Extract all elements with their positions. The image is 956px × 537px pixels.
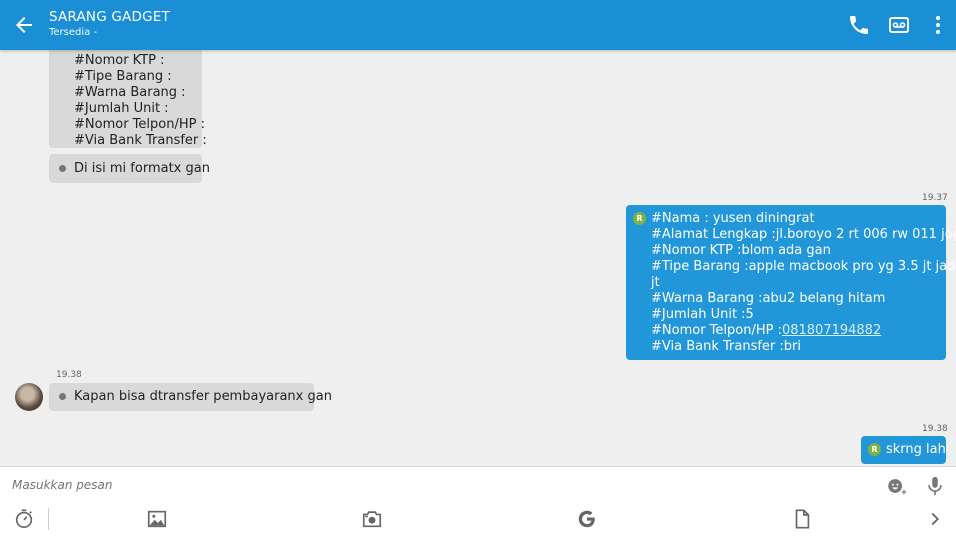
read-dot-icon [59, 393, 66, 400]
incoming-message[interactable]: Kapan bisa dtransfer pembayaranx gan [49, 383, 332, 411]
message-text: Di isi mi formatx gan [74, 161, 210, 176]
app-bar: SARANG GADGET Tersedia - [0, 0, 956, 50]
avatar[interactable] [15, 383, 43, 411]
mic-icon[interactable] [924, 475, 946, 497]
phone-link[interactable]: 081807194882 [782, 323, 881, 338]
message-line: #Alamat Lengkap :jl.boroyo 2 rt 006 rw 0… [651, 227, 956, 242]
voicemail-icon[interactable] [887, 13, 911, 37]
message-text: Kapan bisa dtransfer pembayaranx gan [74, 389, 332, 404]
sender-badge-icon: R [868, 443, 881, 456]
image-icon[interactable] [146, 508, 168, 530]
chat-status: Tersedia - [49, 27, 98, 38]
outgoing-message[interactable]: R skrng lah [861, 436, 946, 464]
message-time: 19.38 [922, 424, 948, 434]
message-time: 19.38 [56, 370, 82, 380]
message-line: #Nomor Telpon/HP : [74, 117, 205, 132]
message-text: skrng lah [886, 442, 946, 457]
sender-badge-icon: R [633, 212, 646, 225]
chevron-right-icon[interactable] [924, 508, 946, 530]
timer-icon[interactable] [13, 508, 35, 530]
message-line: jt [651, 275, 660, 290]
message-time: 19.37 [922, 193, 948, 203]
chat-title[interactable]: SARANG GADGET [49, 9, 170, 25]
google-icon[interactable] [576, 508, 598, 530]
emoji-add-icon[interactable] [886, 475, 908, 497]
message-line: #Nama : yusen diningrat [651, 211, 815, 226]
message-line: #Tipe Barang :apple macbook pro yg 3.5 j… [651, 259, 956, 274]
message-list[interactable]: #Nomor KTP : #Tipe Barang : #Warna Baran… [0, 50, 956, 466]
message-line: #Tipe Barang : [74, 69, 172, 84]
incoming-message[interactable]: #Nomor KTP : #Tipe Barang : #Warna Baran… [49, 50, 207, 148]
message-line: #Jumlah Unit : [74, 101, 169, 116]
message-line: #Warna Barang : [74, 85, 186, 100]
message-line: #Via Bank Transfer :bri [651, 339, 801, 354]
message-input[interactable] [12, 478, 812, 492]
outgoing-message[interactable]: R #Nama : yusen diningrat #Alamat Lengka… [626, 205, 956, 360]
read-dot-icon [59, 165, 66, 172]
message-line: #Via Bank Transfer : [74, 133, 207, 148]
message-line: #Jumlah Unit :5 [651, 307, 754, 322]
phone-icon[interactable] [847, 13, 871, 37]
message-line: #Nomor KTP : [74, 53, 165, 68]
divider [48, 508, 49, 530]
camera-icon[interactable] [361, 508, 383, 530]
phone-label: #Nomor Telpon/HP : [651, 323, 782, 338]
message-line: #Nomor KTP :blom ada gan [651, 243, 831, 258]
composer [0, 466, 956, 537]
file-icon[interactable] [791, 508, 813, 530]
arrow-back-icon[interactable] [12, 13, 36, 37]
incoming-message[interactable]: Di isi mi formatx gan [49, 154, 210, 183]
message-line: #Warna Barang :abu2 belang hitam [651, 291, 886, 306]
more-vert-icon[interactable] [926, 13, 950, 37]
message-line: #Nomor Telpon/HP :081807194882 [651, 323, 946, 339]
